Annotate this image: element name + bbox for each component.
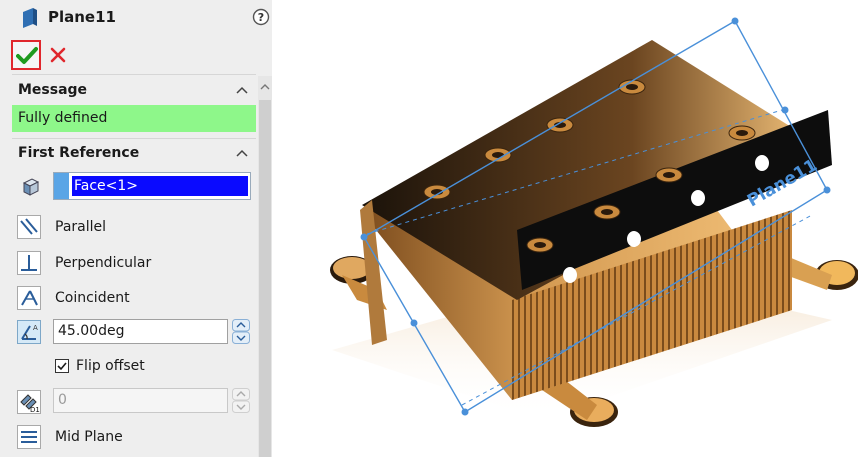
flip-offset-checkbox[interactable] — [55, 359, 69, 373]
svg-text:A: A — [33, 324, 38, 332]
3d-model[interactable] — [272, 0, 858, 457]
perpendicular-button[interactable] — [17, 251, 41, 275]
mid-plane-button[interactable] — [17, 425, 41, 449]
panel-scrollbar[interactable] — [258, 76, 272, 457]
checkmark-icon — [57, 362, 67, 371]
message-heading: Message — [18, 82, 88, 98]
chevron-up-icon[interactable] — [236, 148, 248, 158]
perpendicular-label[interactable]: Perpendicular — [55, 255, 151, 271]
divider — [12, 138, 256, 139]
face-icon — [20, 176, 42, 202]
scroll-thumb[interactable] — [259, 100, 271, 457]
mid-plane-label[interactable]: Mid Plane — [55, 429, 123, 445]
checkmark-icon — [16, 47, 38, 64]
coincident-icon — [21, 290, 38, 306]
reference-selection-item[interactable]: Face<1> — [72, 176, 248, 196]
ok-button[interactable] — [11, 40, 41, 70]
plane-icon — [20, 7, 40, 33]
divider — [12, 74, 256, 75]
coincident-label[interactable]: Coincident — [55, 290, 130, 306]
first-reference-heading: First Reference — [18, 145, 140, 161]
svg-text:D1: D1 — [30, 406, 40, 413]
instance-count-spinner[interactable] — [232, 388, 250, 413]
parallel-button[interactable] — [17, 215, 41, 239]
cancel-button[interactable] — [48, 45, 68, 65]
parallel-label[interactable]: Parallel — [55, 219, 106, 235]
reference-selection-box[interactable]: Face<1> — [53, 172, 251, 200]
svg-text:?: ? — [258, 11, 264, 24]
help-icon[interactable]: ? — [252, 8, 270, 26]
angle-input[interactable]: 45.00deg — [53, 319, 228, 344]
flip-offset-label[interactable]: Flip offset — [76, 358, 145, 374]
mid-plane-icon — [21, 431, 37, 443]
at-angle-button[interactable]: A — [17, 320, 41, 344]
first-reference-header[interactable]: First Reference — [12, 141, 256, 165]
message-section-header[interactable]: Message — [12, 78, 256, 102]
chevron-up-icon[interactable] — [260, 82, 270, 92]
angle-icon: A — [21, 324, 38, 340]
instance-count-input[interactable]: 0 — [53, 388, 228, 413]
graphics-viewport[interactable]: Plane11 — [272, 0, 858, 457]
page-title: Plane11 — [48, 8, 116, 26]
chevron-up-icon[interactable] — [236, 85, 248, 95]
panel-header: Plane11 ? — [0, 0, 272, 36]
status-message: Fully defined — [12, 105, 256, 132]
parallel-icon — [20, 218, 38, 235]
offset-count-button[interactable]: D1 — [17, 390, 41, 414]
property-manager-panel: Plane11 ? Message Fully defined First Re… — [0, 0, 272, 457]
angle-spinner[interactable] — [232, 319, 250, 344]
selection-color-marker — [54, 173, 69, 199]
plane-count-icon: D1 — [20, 394, 40, 413]
close-icon — [50, 47, 66, 63]
coincident-button[interactable] — [17, 286, 41, 310]
perpendicular-icon — [21, 255, 37, 271]
